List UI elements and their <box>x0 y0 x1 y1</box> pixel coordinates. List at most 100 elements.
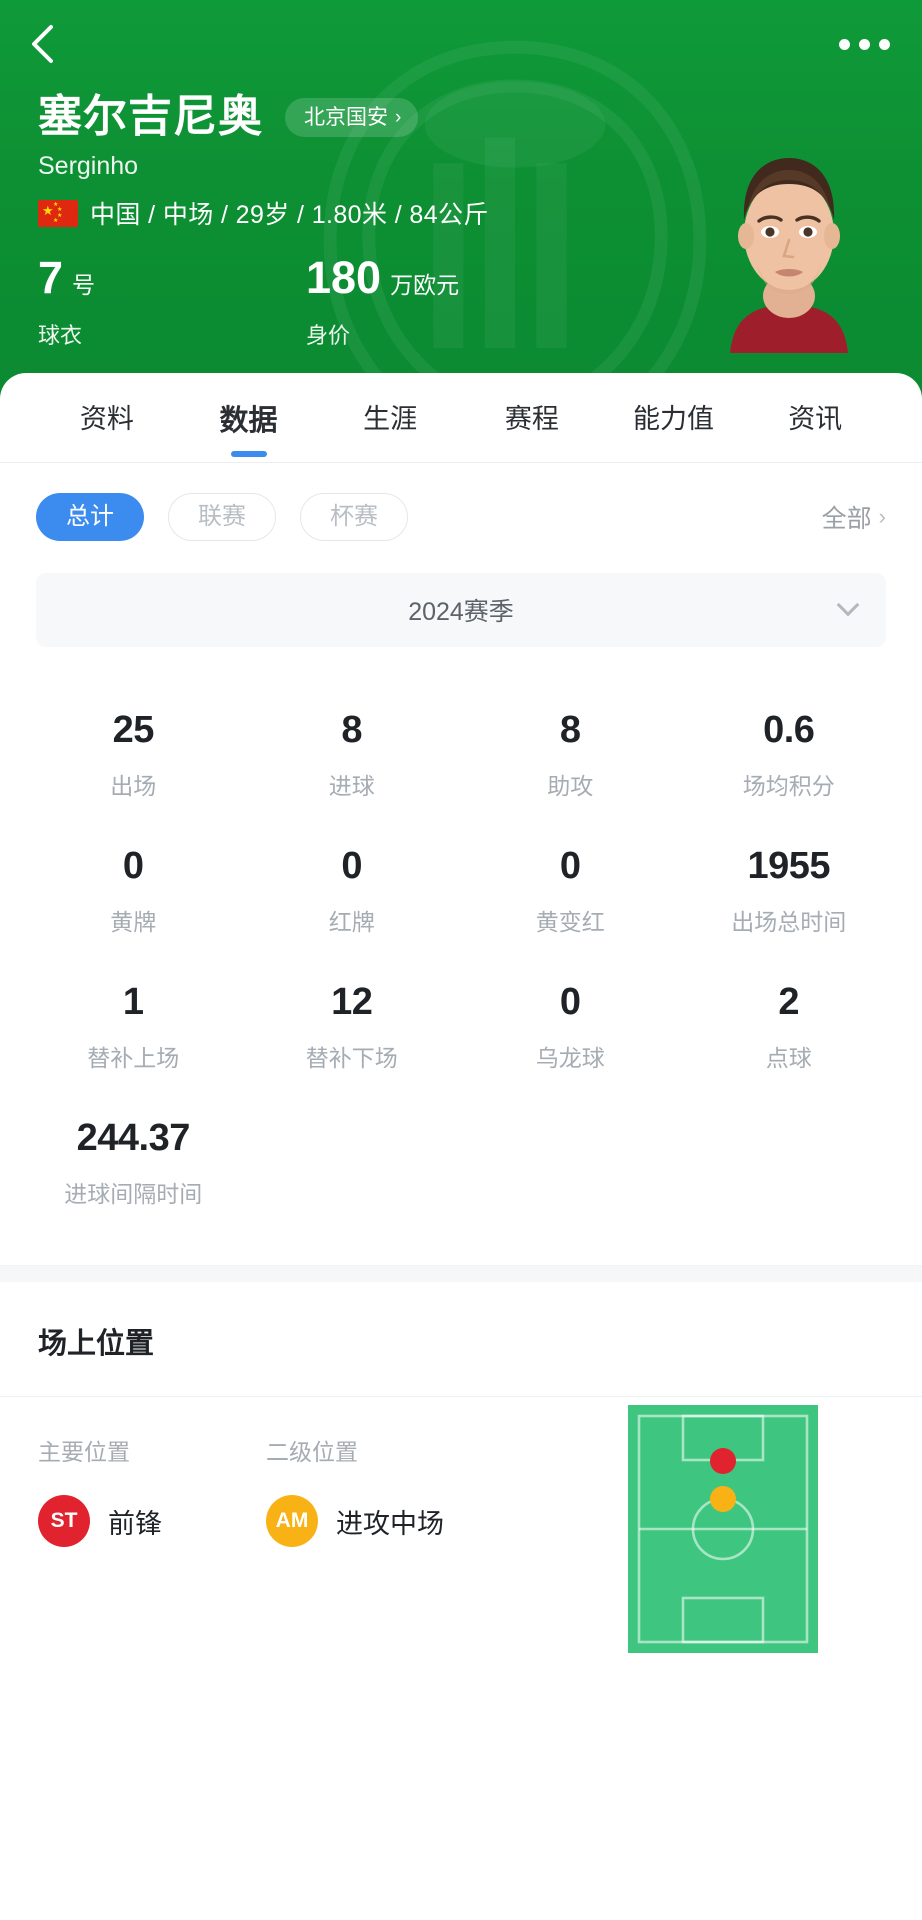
kpi-value: 180 <box>306 252 382 303</box>
section-divider-band <box>0 1265 922 1282</box>
chevron-right-icon: › <box>395 106 402 128</box>
stat-value: 25 <box>112 709 155 751</box>
stat-label: 黄牌 <box>110 909 157 935</box>
flag-star-big: ★ <box>42 202 54 218</box>
stat-label: 黄变红 <box>535 909 605 935</box>
tab-news[interactable]: 资讯 <box>744 397 886 454</box>
pill-label: 联赛 <box>198 503 246 530</box>
stat-label: 出场 <box>110 773 157 799</box>
stat-yellow-cards: 0 黄牌 <box>24 827 243 963</box>
stat-value: 8 <box>341 709 363 751</box>
tab-profile[interactable]: 资料 <box>36 397 178 454</box>
stat-value: 0 <box>559 981 581 1023</box>
tab-active-indicator <box>230 451 267 457</box>
stat-label: 场均积分 <box>742 773 835 799</box>
player-portrait <box>730 158 848 353</box>
position-section-title: 场上位置 <box>0 1282 922 1397</box>
dot-2 <box>859 38 870 50</box>
stat-label: 出场总时间 <box>731 909 847 935</box>
filter-pill-league[interactable]: 联赛 <box>168 493 276 541</box>
stat-second-yellow: 0 黄变红 <box>461 827 680 963</box>
secondary-position-column: 二级位置 AM 进攻中场 <box>266 1433 494 1547</box>
stat-value: 0 <box>122 845 144 887</box>
stat-label: 点球 <box>765 1045 812 1071</box>
pill-label: 总计 <box>66 503 114 530</box>
kpi-shirt-number: 7 号 球衣 <box>38 255 306 350</box>
football-pitch-icon <box>628 1405 818 1653</box>
stat-penalties: 2 点球 <box>680 963 899 1099</box>
season-selector[interactable]: 2024赛季 <box>36 573 886 647</box>
tab-label: 赛程 <box>504 404 559 434</box>
stat-label: 乌龙球 <box>535 1045 605 1071</box>
stat-value: 244.37 <box>76 1117 191 1159</box>
stat-value: 2 <box>778 981 800 1023</box>
team-name: 北京国安 <box>304 105 388 129</box>
stat-value: 1 <box>122 981 144 1023</box>
primary-position-name: 前锋 <box>108 1508 162 1539</box>
player-name: 塞尔吉尼奥 <box>38 92 263 141</box>
kpi-label: 球衣 <box>38 323 83 348</box>
stat-assists: 8 助攻 <box>461 691 680 827</box>
tab-label: 资料 <box>79 404 134 434</box>
stats-grid: 25 出场 8 进球 8 助攻 0.6 场均积分 0 黄牌 0 红牌 0 黄变红… <box>0 691 922 1235</box>
chevron-left-glyph <box>32 25 53 63</box>
stat-sub-on: 1 替补上场 <box>24 963 243 1099</box>
tab-label: 资讯 <box>788 404 843 434</box>
more-options-icon[interactable] <box>835 29 894 60</box>
competition-filter-row: 总计 联赛 杯赛 全部 › <box>0 463 922 541</box>
back-icon[interactable] <box>28 21 74 67</box>
tab-bar: 资料 数据 生涯 赛程 能力值 资讯 <box>0 373 922 463</box>
position-block: 主要位置 ST 前锋 二级位置 AM 进攻中场 <box>0 1397 922 1653</box>
stat-minutes-per-goal: 244.37 进球间隔时间 <box>24 1099 243 1235</box>
view-all-label: 全部 <box>821 505 872 533</box>
player-alias: Serginho <box>38 152 139 180</box>
stat-value: 12 <box>331 981 373 1023</box>
primary-position-heading: 主要位置 <box>38 1439 130 1465</box>
secondary-position-marker <box>710 1486 736 1512</box>
stat-label: 红牌 <box>328 909 375 935</box>
kpi-market-value: 180 万欧元 身价 <box>306 255 574 350</box>
stat-label: 替补上场 <box>87 1045 180 1071</box>
pill-label: 杯赛 <box>330 503 378 530</box>
stat-own-goals: 0 乌龙球 <box>461 963 680 1099</box>
tab-career[interactable]: 生涯 <box>319 397 461 454</box>
tab-ratings[interactable]: 能力值 <box>603 397 745 454</box>
content-sheet: 资料 数据 生涯 赛程 能力值 资讯 总计 联赛 杯赛 全部 › 2024赛季 … <box>0 373 922 1920</box>
stat-value: 0 <box>341 845 363 887</box>
top-navigation-bar <box>0 0 922 88</box>
primary-position-badge: ST <box>38 1495 90 1547</box>
kpi-value: 7 <box>38 252 64 303</box>
tab-label: 数据 <box>219 405 278 437</box>
stat-label: 进球 <box>328 773 375 799</box>
stat-minutes-played: 1955 出场总时间 <box>680 827 899 963</box>
stat-cell-empty <box>461 1099 680 1235</box>
primary-position-column: 主要位置 ST 前锋 <box>38 1433 266 1547</box>
tab-stats[interactable]: 数据 <box>178 397 320 457</box>
primary-position-marker <box>710 1448 736 1474</box>
china-flag-icon: ★ ★ ★ ★ ★ <box>38 199 78 227</box>
stat-points-per-game: 0.6 场均积分 <box>680 691 899 827</box>
secondary-position-heading: 二级位置 <box>266 1439 358 1465</box>
player-meta-text: 中国 / 中场 / 29岁 / 1.80米 / 84公斤 <box>90 201 489 229</box>
primary-position-row: ST 前锋 <box>38 1495 266 1547</box>
stat-cell-empty <box>243 1099 462 1235</box>
season-label: 2024赛季 <box>408 598 514 626</box>
tab-fixtures[interactable]: 赛程 <box>461 397 603 454</box>
stat-value: 1955 <box>747 845 831 887</box>
stat-cell-empty <box>680 1099 899 1235</box>
view-all-link[interactable]: 全部 › <box>822 499 886 535</box>
kpi-unit: 号 <box>72 272 96 298</box>
filter-pill-total[interactable]: 总计 <box>36 493 144 541</box>
team-chip[interactable]: 北京国安 › <box>285 97 419 137</box>
player-meta-row: ★ ★ ★ ★ ★ 中国 / 中场 / 29岁 / 1.80米 / 84公斤 <box>38 195 489 231</box>
stat-appearances: 25 出场 <box>24 691 243 827</box>
flag-star-4: ★ <box>53 217 59 224</box>
tab-label: 能力值 <box>633 404 715 434</box>
stat-goals: 8 进球 <box>243 691 462 827</box>
tab-label: 生涯 <box>363 404 418 434</box>
chevron-right-icon: › <box>878 504 886 529</box>
stat-label: 助攻 <box>547 773 594 799</box>
secondary-position-row: AM 进攻中场 <box>266 1495 494 1547</box>
filter-pill-cup[interactable]: 杯赛 <box>300 493 408 541</box>
player-name-row: 塞尔吉尼奥 北京国安 › <box>38 92 419 141</box>
